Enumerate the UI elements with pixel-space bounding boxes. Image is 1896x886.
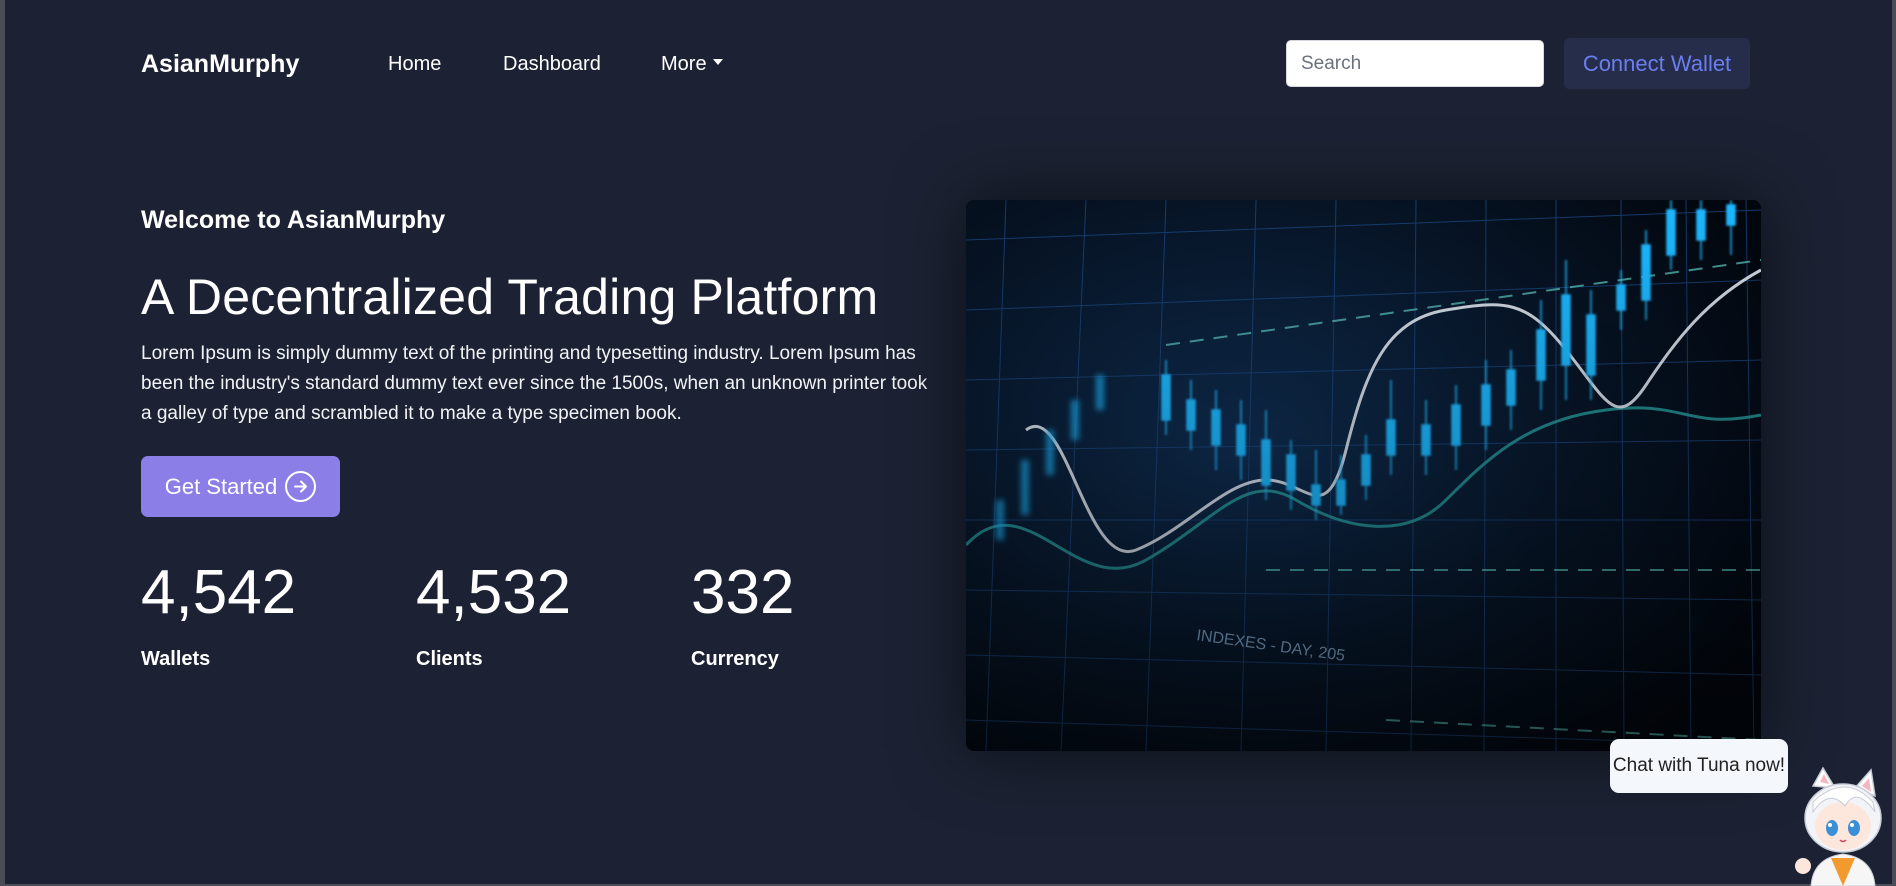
stat-value: 4,542	[141, 558, 297, 627]
chat-mascot-avatar[interactable]	[1783, 766, 1896, 886]
search-input[interactable]	[1286, 40, 1544, 87]
hero-image-trading-chart: INDEXES - DAY, 205	[966, 200, 1761, 751]
stat-label: Wallets	[141, 648, 211, 670]
stat-label: Clients	[416, 648, 483, 670]
get-started-label: Get Started	[164, 473, 278, 499]
hero-description: Lorem Ipsum is simply dummy text of the …	[141, 343, 928, 424]
get-started-button[interactable]: Get Started	[141, 456, 340, 517]
stat-wallets: 4,542 Wallets	[141, 562, 296, 671]
nav-dropdown-more[interactable]: More	[661, 53, 723, 76]
page-title: A Decentralized Trading Platform	[141, 269, 879, 325]
stat-label: Currency	[691, 648, 779, 670]
arrow-right-circle-icon	[285, 471, 317, 502]
caret-down-icon	[712, 58, 723, 65]
stat-clients: 4,532 Clients	[416, 562, 571, 671]
brand-logo[interactable]: AsianMurphy	[141, 50, 299, 79]
nav-link-dashboard[interactable]: Dashboard	[503, 53, 601, 76]
stat-currency: 332 Currency	[691, 562, 794, 671]
nav-more-label: More	[661, 53, 707, 75]
connect-wallet-button[interactable]: Connect Wallet	[1564, 38, 1750, 89]
nav-link-home[interactable]: Home	[388, 53, 441, 76]
stat-value: 4,532	[416, 558, 572, 627]
page: AsianMurphy Home Dashboard More Connect …	[5, 0, 1892, 886]
stat-value: 332	[691, 558, 795, 627]
chat-bubble[interactable]: Chat with Tuna now!	[1610, 739, 1788, 793]
welcome-heading: Welcome to AsianMurphy	[141, 206, 446, 234]
